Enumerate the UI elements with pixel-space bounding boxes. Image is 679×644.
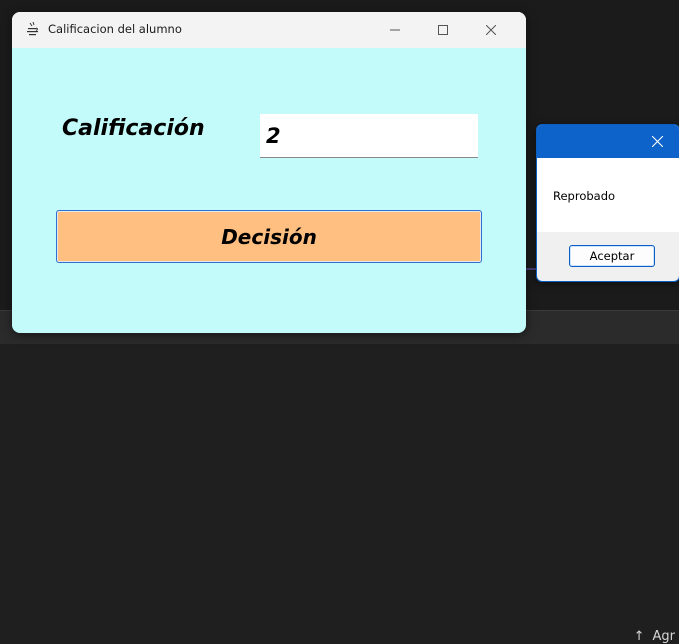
arrow-up-icon: ↑ [633,629,645,644]
window-title: Calificacion del alumno [48,22,182,36]
java-cup-icon [27,22,38,36]
grade-label: Calificación [62,116,205,141]
dialog-body: Reprobado [537,158,679,232]
close-icon [651,136,663,147]
background-hint-text: Agr [652,629,676,644]
dialog-titlebar[interactable] [537,125,679,158]
background-hint[interactable]: ↑ Agr [634,629,675,644]
close-button[interactable] [468,12,514,48]
grade-input[interactable]: 2 [260,114,478,158]
minimize-icon [390,29,400,31]
maximize-icon [438,25,448,35]
maximize-button[interactable] [420,12,466,48]
minimize-button[interactable] [372,12,418,48]
decision-button[interactable]: Decisión [56,210,482,263]
message-dialog: Reprobado Aceptar [536,124,679,282]
ok-button[interactable]: Aceptar [569,245,655,267]
close-icon [486,25,496,35]
main-window: Calificacion del alumno Calificación 2 D… [12,12,526,333]
dialog-close-button[interactable] [637,125,677,158]
titlebar[interactable]: Calificacion del alumno [12,12,526,48]
dialog-message: Reprobado [553,189,616,203]
